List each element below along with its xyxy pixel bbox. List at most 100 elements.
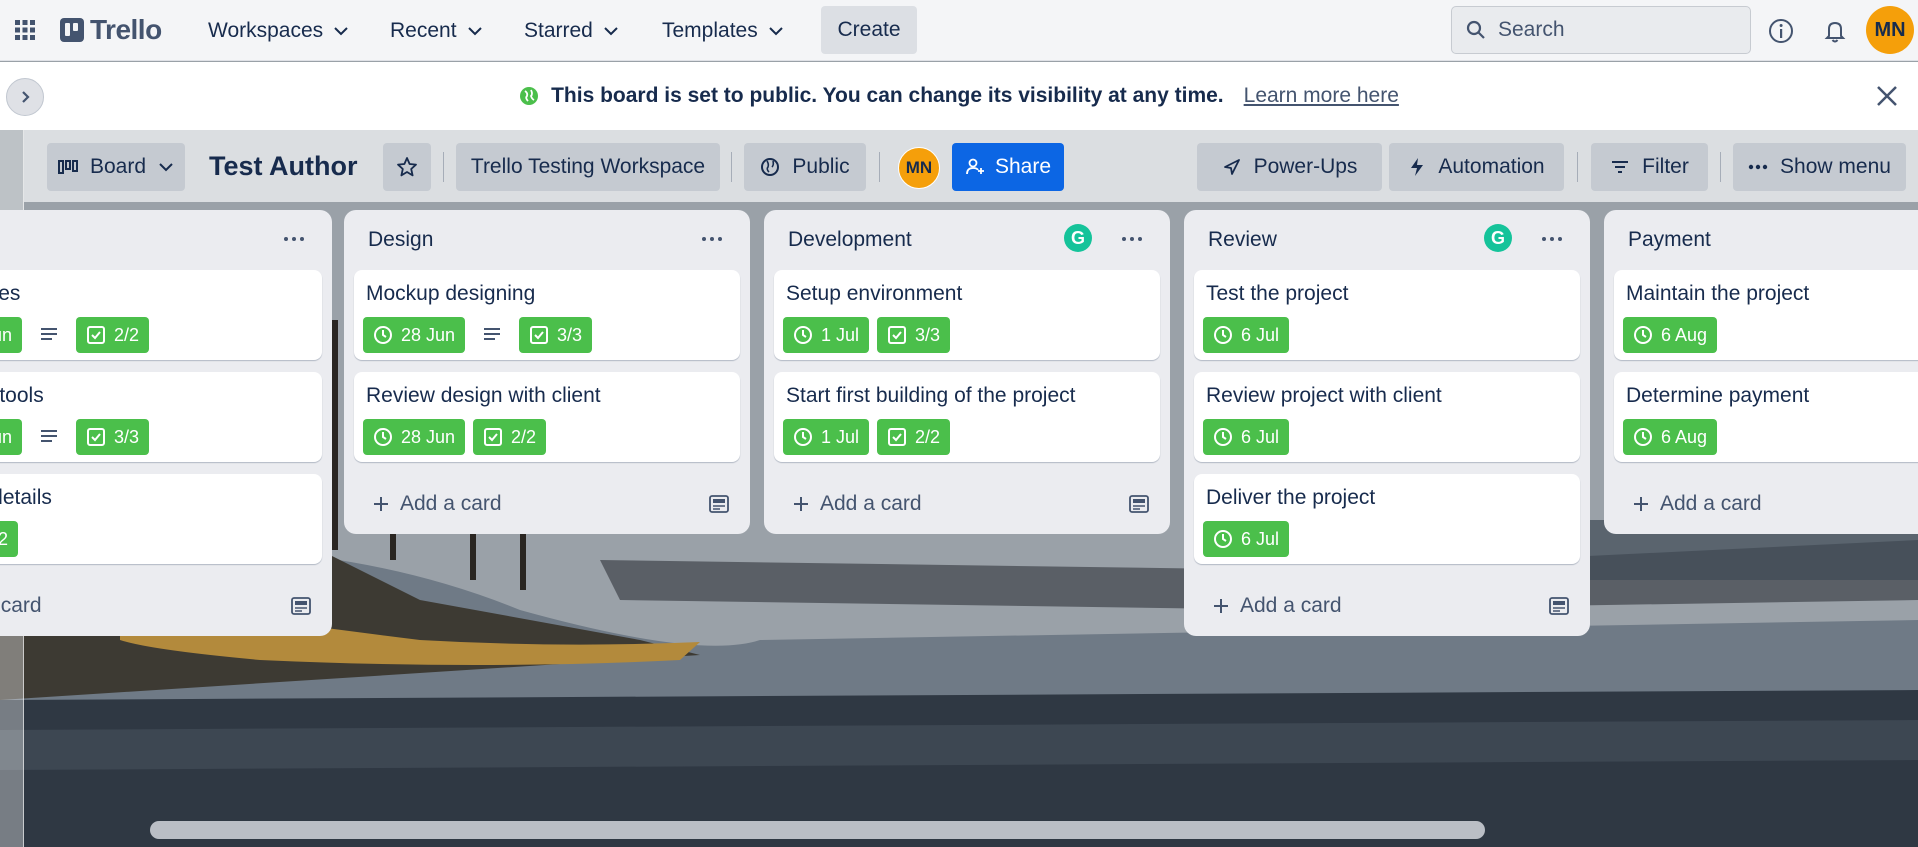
recent-menu[interactable]: Recent (382, 14, 491, 48)
card-title: Review project with client (1206, 384, 1442, 407)
trello-logo[interactable]: Trello (60, 14, 162, 46)
star-board-button[interactable] (383, 143, 431, 191)
card[interactable]: k all details 2/2 (0, 474, 322, 564)
card[interactable]: mine tools Jun 3/3 (0, 372, 322, 462)
card[interactable]: Test the project 6 Jul (1194, 270, 1580, 360)
checklist-badge: 3/3 (76, 419, 150, 455)
due-date-badge[interactable]: 28 Jun (363, 419, 466, 455)
due-date-badge[interactable]: Jun (0, 419, 23, 455)
list-actions-icon[interactable] (700, 232, 724, 246)
card[interactable]: Review design with client 28 Jun 2/2 (354, 372, 740, 462)
due-date-label: 6 Jul (1241, 324, 1280, 345)
power-ups-button[interactable]: Power-Ups (1197, 143, 1382, 191)
add-card-button[interactable]: Add a card (1194, 576, 1580, 636)
list-analysis: sis the files Jun 2/2 mine tools Jun 3/3… (0, 210, 332, 636)
card-template-icon[interactable] (1128, 494, 1150, 514)
plus-icon (374, 497, 388, 511)
header-divider (1720, 152, 1721, 182)
list-title[interactable]: Payment (1628, 228, 1711, 252)
workspaces-menu[interactable]: Workspaces (200, 14, 357, 48)
due-date-badge[interactable]: 6 Aug (1623, 317, 1718, 353)
star-icon (397, 157, 417, 177)
description-icon (41, 328, 58, 340)
board-title[interactable]: Test Author (209, 151, 358, 182)
checklist-count: 3/3 (557, 324, 583, 345)
add-card-button[interactable]: Add a card (774, 474, 1160, 534)
card[interactable]: the files Jun 2/2 (0, 270, 322, 360)
clock-icon (1634, 326, 1652, 344)
expand-sidebar-button[interactable] (6, 78, 44, 116)
due-date-badge[interactable]: Jun (0, 317, 23, 353)
close-icon[interactable] (1873, 82, 1901, 110)
card-title: k all details (0, 486, 52, 509)
card-title: Setup environment (786, 282, 963, 305)
list-actions-icon[interactable] (1540, 232, 1564, 246)
due-date-badge[interactable]: 6 Aug (1623, 419, 1718, 455)
list-title[interactable]: Design (368, 228, 433, 252)
card-template-icon[interactable] (708, 494, 730, 514)
share-button[interactable]: Share (952, 143, 1064, 191)
chevron-down-icon (334, 27, 348, 36)
card-template-icon[interactable] (290, 596, 312, 616)
card-title: Deliver the project (1206, 486, 1376, 509)
add-card-button[interactable]: dd a card (0, 576, 322, 636)
clock-icon (374, 428, 392, 446)
filter-label: Filter (1642, 155, 1689, 178)
automation-label: Automation (1438, 155, 1545, 178)
show-menu-label: Show menu (1780, 155, 1891, 178)
card[interactable]: Maintain the project 6 Aug (1614, 270, 1918, 360)
card-title: Determine payment (1626, 384, 1810, 407)
description-icon (484, 328, 501, 340)
due-date-badge[interactable]: 6 Jul (1203, 419, 1290, 455)
checklist-icon (87, 428, 106, 446)
card[interactable]: Mockup designing 28 Jun 3/3 (354, 270, 740, 360)
clock-icon (1214, 428, 1232, 446)
board-member-avatar[interactable]: MN (898, 147, 940, 189)
grammarly-icon[interactable]: G (1064, 224, 1092, 252)
search-icon (1466, 20, 1485, 39)
list-actions-icon[interactable] (282, 232, 306, 246)
checklist-count: 2/2 (915, 426, 941, 447)
clock-icon (374, 326, 392, 344)
create-button[interactable]: Create (821, 6, 917, 54)
add-card-button[interactable]: Add a card (1614, 474, 1918, 534)
learn-more-link[interactable]: Learn more here (1244, 84, 1399, 108)
board-view-switcher[interactable]: Board (47, 143, 185, 191)
user-avatar[interactable]: MN (1866, 6, 1914, 54)
app-switcher-icon[interactable] (14, 19, 36, 41)
search-box[interactable] (1451, 6, 1751, 54)
due-date-badge[interactable]: 28 Jun (363, 317, 466, 353)
workspace-button[interactable]: Trello Testing Workspace (456, 143, 720, 191)
description-icon (41, 430, 58, 442)
card-template-icon[interactable] (1548, 596, 1570, 616)
share-label: Share (994, 155, 1052, 178)
card[interactable]: Setup environment 1 Jul 3/3 (774, 270, 1160, 360)
list-title[interactable]: Review (1208, 228, 1277, 252)
due-date-badge[interactable]: 1 Jul (783, 419, 870, 455)
due-date-badge[interactable]: 1 Jul (783, 317, 870, 353)
info-icon[interactable] (1767, 17, 1795, 45)
visibility-button[interactable]: Public (744, 143, 866, 191)
card[interactable]: Start first building of the project 1 Ju… (774, 372, 1160, 462)
due-date-badge[interactable]: 6 Jul (1203, 317, 1290, 353)
more-dots-icon (1748, 164, 1768, 170)
starred-menu[interactable]: Starred (516, 14, 627, 48)
notifications-bell-icon[interactable] (1821, 17, 1849, 45)
checklist-badge: 2/2 (877, 419, 951, 455)
list-actions-icon[interactable] (1120, 232, 1144, 246)
card[interactable]: Determine payment 6 Aug (1614, 372, 1918, 462)
horizontal-scrollbar[interactable] (150, 821, 1485, 839)
due-date-badge[interactable]: 6 Jul (1203, 521, 1290, 557)
templates-menu[interactable]: Templates (654, 14, 792, 48)
card[interactable]: Deliver the project 6 Jul (1194, 474, 1580, 564)
add-card-button[interactable]: Add a card (354, 474, 740, 534)
list-title[interactable]: Development (788, 228, 912, 252)
show-menu-button[interactable]: Show menu (1733, 143, 1906, 191)
grammarly-icon[interactable]: G (1484, 224, 1512, 252)
search-input[interactable] (1498, 18, 1718, 42)
card[interactable]: Review project with client 6 Jul (1194, 372, 1580, 462)
globe-icon (520, 87, 539, 105)
automation-button[interactable]: Automation (1389, 143, 1564, 191)
filter-button[interactable]: Filter (1591, 143, 1708, 191)
checklist-count: 3/3 (915, 324, 941, 345)
